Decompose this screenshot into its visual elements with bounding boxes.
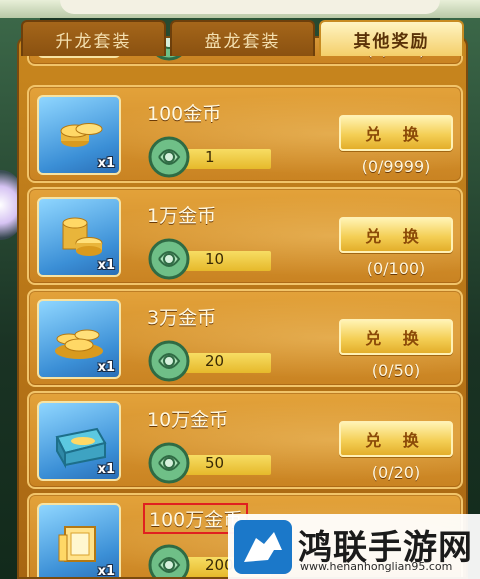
gold-box-icon [58, 526, 96, 562]
jade-currency-icon [148, 238, 190, 280]
exchange-button[interactable]: 兑 换 [339, 115, 453, 151]
horse-logo-icon [234, 520, 292, 574]
item-icon-box[interactable]: x1 [37, 299, 121, 379]
watermark: 鸿联手游网 www.henanhonglian95.com [228, 514, 480, 579]
item-quantity: x1 [97, 360, 115, 375]
exchange-count: (0/9999) [361, 157, 431, 176]
item-icon-box[interactable]: x1 [37, 197, 121, 277]
tab-shenglong-set[interactable]: 升龙套装 [21, 20, 166, 56]
exchange-button[interactable]: 兑 换 [339, 421, 453, 457]
exchange-count: (0/100) [366, 259, 426, 278]
item-icon-box[interactable]: x1 [37, 95, 121, 175]
exchange-count: (0/20) [371, 463, 421, 482]
exchange-button[interactable]: 兑 换 [339, 319, 453, 355]
item-cost: 50 [205, 454, 225, 472]
tab-panlong-set[interactable]: 盘龙套装 [170, 20, 315, 56]
jade-currency-icon [148, 136, 190, 178]
reward-row: x1 1万金币 10 兑 换 (0/100) [27, 187, 463, 285]
reward-row: x1 10万金币 50 兑 换 (0/20) [27, 391, 463, 489]
reward-panel: x3 (0/100) x1 100金币 [17, 36, 468, 579]
item-name: 100金币 [147, 103, 222, 125]
tab-other-rewards[interactable]: 其他奖励 [319, 20, 464, 56]
treasure-chest-icon [55, 427, 107, 469]
item-icon-box[interactable]: x1 [37, 401, 121, 481]
item-name: 1万金币 [147, 205, 217, 227]
item-cost: 20 [205, 352, 225, 370]
gold-coins-small-icon [60, 123, 103, 147]
jade-currency-icon [148, 340, 190, 382]
item-quantity: x1 [97, 564, 115, 579]
gold-coins-stack-icon [62, 217, 103, 256]
item-cost: 10 [205, 250, 225, 268]
item-quantity: x1 [97, 258, 115, 273]
jade-currency-icon [148, 442, 190, 484]
reward-row: x1 3万金币 20 兑 换 (0/50) [27, 289, 463, 387]
watermark-url: www.henanhonglian95.com [300, 560, 453, 573]
item-name: 10万金币 [147, 409, 229, 431]
exchange-count: (0/50) [371, 361, 421, 380]
gold-coins-pile-icon [55, 329, 103, 359]
top-banner [0, 0, 480, 18]
exchange-button[interactable]: 兑 换 [339, 217, 453, 253]
item-quantity: x1 [97, 462, 115, 477]
item-icon-box[interactable]: x1 [37, 503, 121, 579]
jade-currency-icon [148, 544, 190, 577]
item-name: 3万金币 [147, 307, 217, 329]
reward-row: x1 100金币 1 兑 换 (0/9999) [27, 85, 463, 183]
item-cost: 1 [205, 148, 215, 166]
item-quantity: x1 [97, 156, 115, 171]
tab-bar: 升龙套装 盘龙套装 其他奖励 [17, 18, 468, 56]
